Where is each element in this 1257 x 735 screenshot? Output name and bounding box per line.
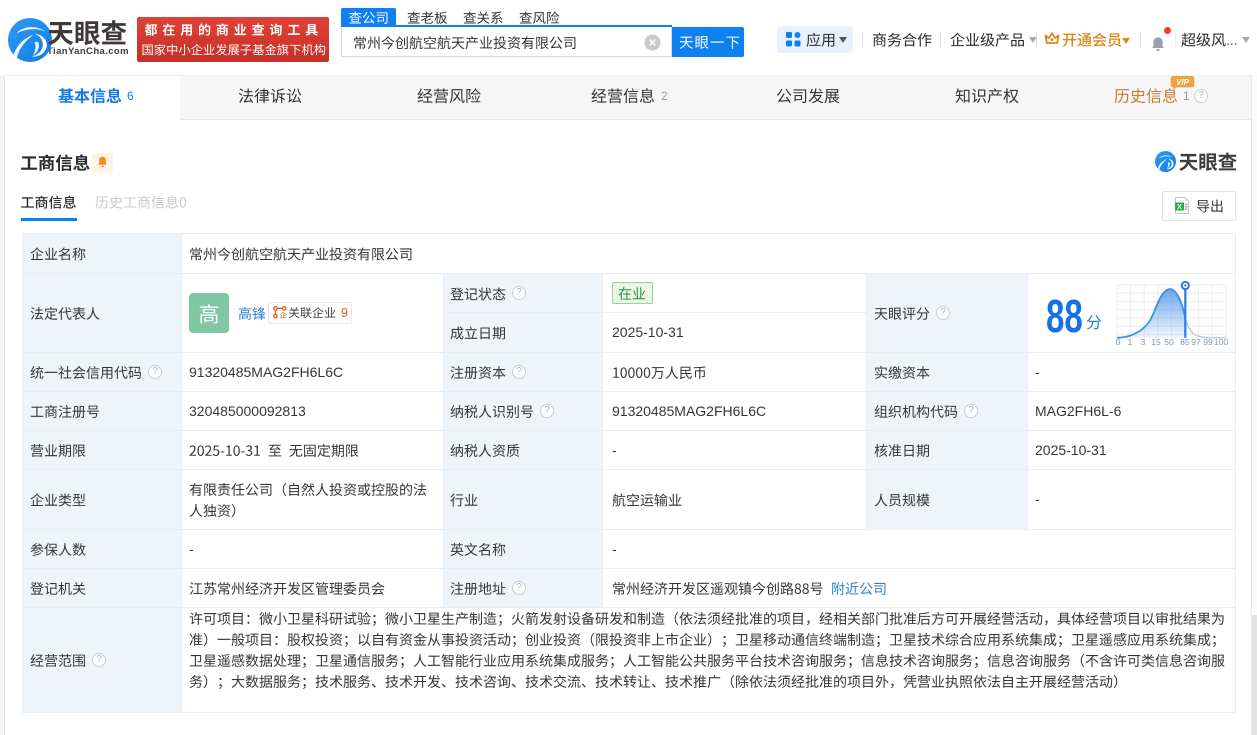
svg-text:X: X	[1177, 204, 1182, 211]
svg-text:VIP: VIP	[1176, 77, 1189, 86]
